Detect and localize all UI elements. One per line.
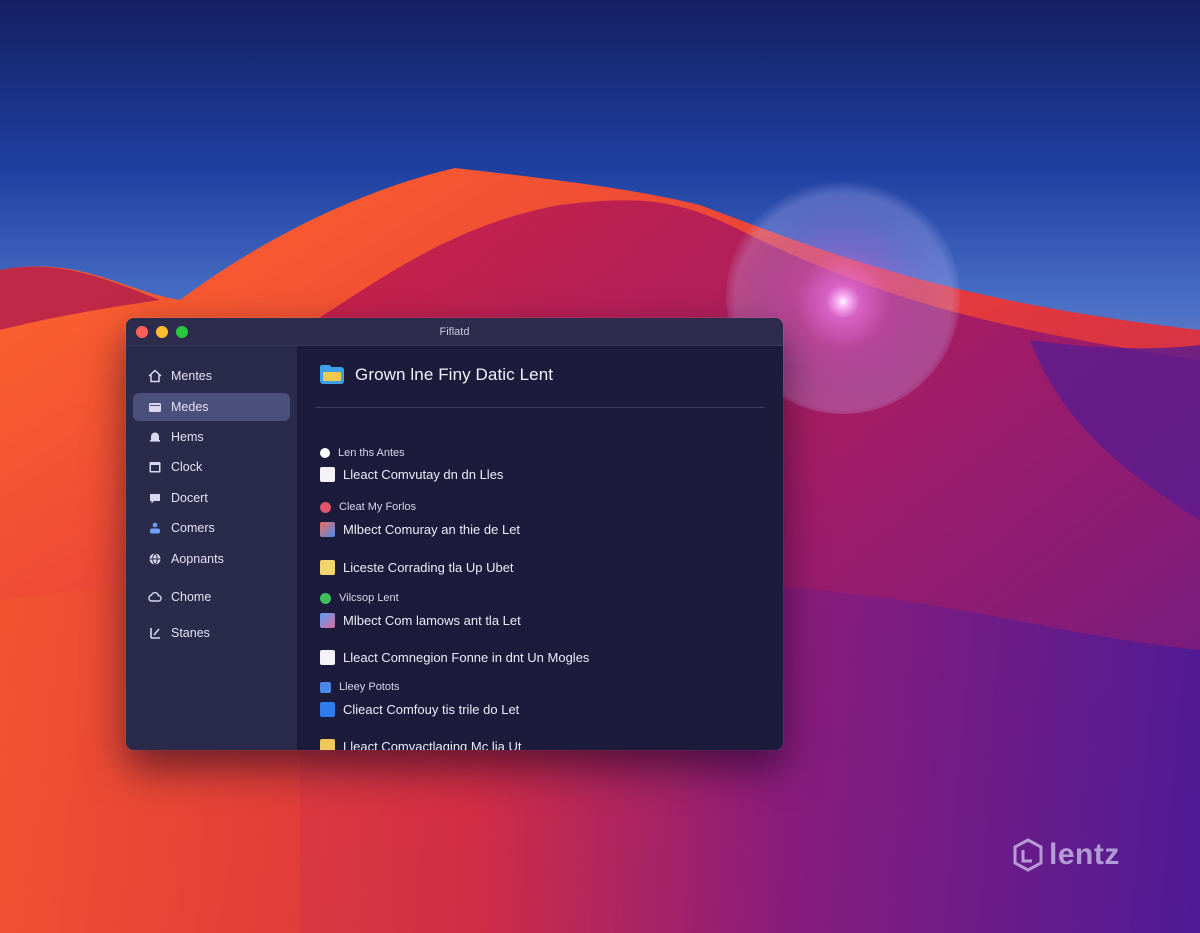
- list-section-header: Lleey Potots: [320, 681, 400, 693]
- content-header: Grown lne Finy Datic Lent: [319, 363, 553, 387]
- app-store-icon: [320, 702, 335, 717]
- list-item-label: Liceste Corrading tla Up Ubet: [343, 560, 514, 575]
- list-item-label: Cleat My Forlos: [339, 501, 417, 513]
- list-item-label: Mlbect Com lamows ant tla Let: [343, 613, 521, 628]
- people-icon: [147, 520, 163, 536]
- record-icon: [320, 501, 331, 513]
- sidebar-item-label: Comers: [171, 521, 215, 535]
- watermark-text: lentz: [1049, 838, 1120, 871]
- watermark-logo: lentz: [1013, 838, 1120, 872]
- sidebar-item-hems[interactable]: Hems: [133, 423, 290, 451]
- bell-icon: [147, 429, 163, 445]
- list-section-header: Vilcsop Lent: [320, 592, 399, 604]
- note-icon: [320, 560, 335, 575]
- list-item-label: Lleey Potots: [339, 681, 400, 693]
- sidebar-item-label: Clock: [171, 460, 203, 474]
- calendar-icon: [147, 459, 163, 475]
- list-item-label: Len ths Antes: [338, 447, 405, 459]
- folder-icon: [147, 399, 163, 415]
- globe-icon: [147, 551, 163, 567]
- sidebar-item-aopnants[interactable]: Aopnants: [133, 545, 290, 573]
- list-item[interactable]: Liceste Corrading tla Up Ubet: [320, 560, 514, 575]
- list-item-label: Vilcsop Lent: [339, 592, 399, 604]
- sidebar-item-medes[interactable]: Medes: [133, 393, 290, 421]
- list-item[interactable]: Mlbect Com lamows ant tla Let: [320, 613, 521, 628]
- list-item[interactable]: Mlbect Comuray an thie de Let: [320, 522, 520, 537]
- sidebar-item-label: Medes: [171, 400, 209, 414]
- folder-icon: [319, 363, 345, 387]
- list-section-header: Len ths Antes: [320, 447, 405, 459]
- document-icon: [320, 467, 335, 482]
- list-item-label: Clieact Comfouy tis trile do Let: [343, 702, 520, 717]
- main-content: Grown lne Finy Datic Lent Len ths Antes …: [297, 346, 783, 750]
- sidebar-item-clock[interactable]: Clock: [133, 453, 290, 481]
- list-item-label: Lleact Comvutay dn dn Lles: [343, 467, 504, 482]
- list-item[interactable]: Lleact Comnegion Fonne in dnt Un Mogles: [320, 650, 589, 665]
- list-item-label: Lleact Comnegion Fonne in dnt Un Mogles: [343, 650, 590, 665]
- check-icon: [320, 592, 331, 604]
- list-item-label: Lleact Comvactlaging Mc lia Ut: [343, 739, 522, 750]
- document-icon: [320, 650, 335, 665]
- sidebar-item-stanes[interactable]: Stanes: [133, 619, 290, 647]
- sidebar-item-mentes[interactable]: Mentes: [133, 362, 290, 390]
- sidebar-item-label: Chome: [171, 590, 212, 604]
- list-item-label: Mlbect Comuray an thie de Let: [343, 522, 521, 537]
- note-icon: [320, 739, 335, 750]
- sidebar-item-label: Stanes: [171, 626, 210, 640]
- window-title: Fiflatd: [439, 326, 470, 338]
- page-title: Grown lne Finy Datic Lent: [355, 365, 554, 384]
- list-item[interactable]: Lleact Comvactlaging Mc lia Ut: [320, 739, 521, 750]
- chat-bubble-icon: [147, 490, 163, 506]
- header-divider: [315, 407, 765, 408]
- sidebar-item-chome[interactable]: Chome: [133, 583, 290, 611]
- finder-icon: [320, 613, 335, 628]
- sidebar-item-label: Docert: [171, 491, 208, 505]
- tag-icon: [320, 681, 331, 693]
- cloud-icon: [147, 589, 163, 605]
- house-icon: [147, 368, 163, 384]
- sidebar: Mentes Medes Hems Clock Docert Comers Ao…: [126, 346, 297, 750]
- sidebar-item-label: Mentes: [171, 369, 212, 383]
- sidebar-item-label: Aopnants: [171, 552, 224, 566]
- photos-icon: [320, 522, 335, 537]
- window-titlebar[interactable]: Fiflatd: [126, 318, 783, 346]
- sidebar-item-docert[interactable]: Docert: [133, 484, 290, 512]
- tools-icon: [147, 625, 163, 641]
- list-section-header: Cleat My Forlos: [320, 501, 416, 513]
- list-item[interactable]: Lleact Comvutay dn dn Lles: [320, 467, 503, 482]
- info-icon: [320, 448, 330, 458]
- app-window: Fiflatd Mentes Medes Hems Clock Docert C…: [126, 318, 783, 750]
- lentz-logo-icon: [1013, 838, 1043, 872]
- list-item[interactable]: Clieact Comfouy tis trile do Let: [320, 702, 519, 717]
- sidebar-item-comers[interactable]: Comers: [133, 514, 290, 542]
- sidebar-item-label: Hems: [171, 430, 204, 444]
